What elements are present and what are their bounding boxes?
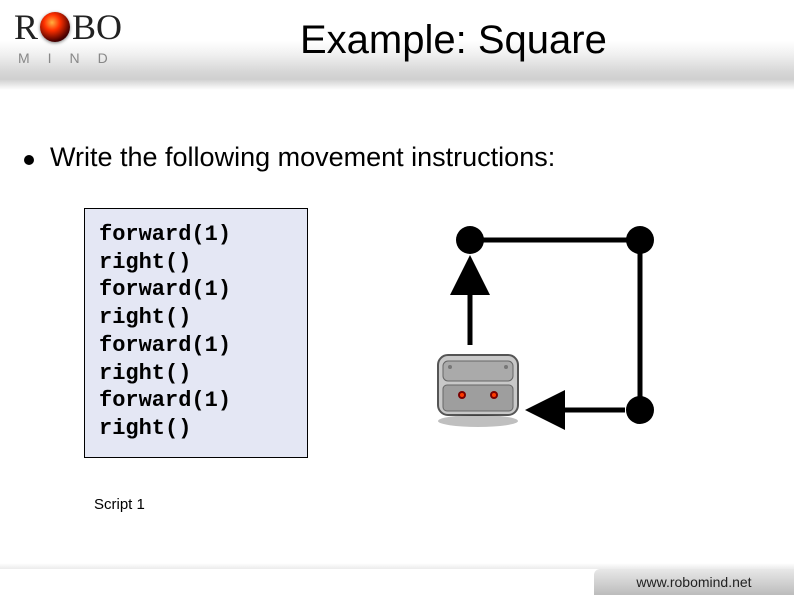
instruction-text: Write the following movement instruction… xyxy=(50,142,555,173)
code-line: forward(1) xyxy=(99,222,231,247)
square-path-diagram xyxy=(420,215,680,445)
footer-link: www.robomind.net xyxy=(594,569,794,595)
code-line: right() xyxy=(99,305,191,330)
logo-letter-r: R xyxy=(14,6,38,48)
logo-orb-icon xyxy=(40,12,70,42)
bullet-icon xyxy=(24,155,34,165)
code-line: forward(1) xyxy=(99,333,231,358)
code-line: right() xyxy=(99,361,191,386)
logo: R BO MIND xyxy=(14,6,184,66)
script-label: Script 1 xyxy=(94,496,145,513)
code-line: forward(1) xyxy=(99,277,231,302)
logo-letters-bo: BO xyxy=(72,6,122,48)
code-box: forward(1) right() forward(1) right() fo… xyxy=(84,208,308,458)
logo-subtext: MIND xyxy=(18,50,184,66)
code-line: forward(1) xyxy=(99,388,231,413)
code-line: right() xyxy=(99,250,191,275)
page-title: Example: Square xyxy=(300,18,607,63)
logo-top-row: R BO xyxy=(14,6,184,48)
code-line: right() xyxy=(99,416,191,441)
robot-icon xyxy=(438,355,518,427)
